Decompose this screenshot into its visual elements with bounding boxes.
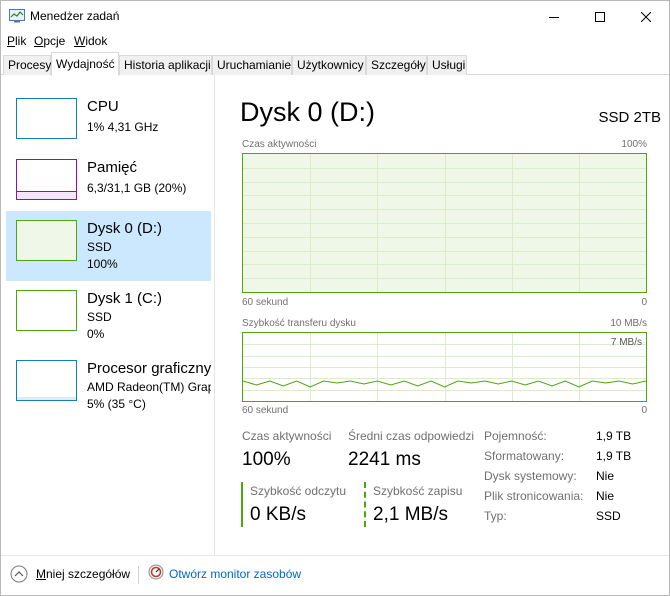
close-icon <box>641 11 651 22</box>
maximize-icon <box>595 11 605 22</box>
sidebar-item-title: Pamięć <box>87 159 138 176</box>
activity-graph-max: 100% <box>621 139 647 150</box>
disk-model: SSD 2TB <box>598 109 661 126</box>
maximize-button[interactable] <box>577 1 623 32</box>
menu-options[interactable]: Opcje <box>34 34 65 48</box>
disk-title: Dysk 0 (D:) <box>240 97 375 127</box>
disk-0-thumbnail <box>16 220 77 261</box>
sidebar-item-gpu[interactable]: Procesor graficzny AMD Radeon(TM) Graph … <box>6 351 211 421</box>
capacity-label: Pojemność: <box>484 429 547 443</box>
system-disk-label: Dysk systemowy: <box>484 469 577 483</box>
response-time-label: Średni czas odpowiedzi <box>348 429 475 443</box>
tab-strip: Procesy Wydajność Historia aplikacji Uru… <box>1 52 669 76</box>
transfer-graph-max: 10 MB/s <box>610 318 647 329</box>
formatted-label: Sformatowany: <box>484 449 565 463</box>
write-speed-label: Szybkość zapisu <box>373 484 463 498</box>
sidebar-item-title: CPU <box>87 98 119 115</box>
footer: Mniej szczegółów Otwórz monitor zasobów <box>1 555 669 595</box>
menu-bar: Plik Opcje Widok <box>1 32 669 52</box>
cpu-thumbnail <box>16 98 77 139</box>
active-time-label: Czas aktywności <box>242 429 332 443</box>
sidebar-item-detail: SSD <box>87 240 112 254</box>
tab-app-history[interactable]: Historia aplikacji <box>119 55 212 75</box>
tab-performance[interactable]: Wydajność <box>51 52 119 76</box>
active-time-value: 100% <box>242 449 291 470</box>
page-file-label: Plik stronicowania: <box>484 489 584 503</box>
tab-users[interactable]: Użytkownicy <box>292 55 366 75</box>
disk-1-thumbnail <box>16 290 77 331</box>
read-speed-label: Szybkość odczytu <box>250 484 347 498</box>
transfer-graph-x-left: 60 sekund <box>242 405 289 416</box>
minimize-icon <box>549 16 559 18</box>
type-label: Typ: <box>484 509 507 523</box>
sidebar-item-detail: 1% 4,31 GHz <box>87 120 159 134</box>
system-disk-value: Nie <box>596 469 615 483</box>
close-button[interactable] <box>623 1 669 32</box>
transfer-graph-inner-max: 7 MB/s <box>610 337 642 348</box>
write-speed-value: 2,1 MB/s <box>373 504 448 525</box>
transfer-graph-plot <box>243 333 646 401</box>
gpu-thumbnail <box>16 360 77 401</box>
tab-processes[interactable]: Procesy <box>3 55 51 75</box>
menu-view[interactable]: Widok <box>74 34 107 48</box>
task-manager-window: Menedżer zadań Plik Opcje Widok Procesy … <box>0 0 670 596</box>
chevron-up-icon[interactable] <box>10 565 28 583</box>
activity-graph-label: Czas aktywności <box>242 139 317 150</box>
tab-startup[interactable]: Uruchamianie <box>212 55 292 75</box>
disk-detail-panel: Dysk 0 (D:) SSD 2TB Czas aktywności 100%… <box>216 75 669 555</box>
sidebar-item-usage: 100% <box>87 257 118 271</box>
transfer-series-line <box>243 380 646 388</box>
activity-graph-x-right: 0 <box>641 297 647 308</box>
sidebar-item-title: Dysk 0 (D:) <box>87 220 162 237</box>
memory-thumbnail <box>16 159 77 200</box>
transfer-graph-label: Szybkość transferu dysku <box>242 318 356 329</box>
minimize-button[interactable] <box>531 1 577 32</box>
activity-graph-x-left: 60 sekund <box>242 297 289 308</box>
transfer-graph: 7 MB/s <box>242 332 647 402</box>
formatted-value: 1,9 TB <box>596 449 632 463</box>
fewer-details-button[interactable]: Mniej szczegółów <box>36 567 130 581</box>
sidebar-item-title: Dysk 1 (C:) <box>87 290 162 307</box>
tab-details[interactable]: Szczegóły <box>366 55 427 75</box>
sidebar-item-detail: SSD <box>87 310 112 324</box>
sidebar-item-memory[interactable]: Pamięć 6,3/31,1 GB (20%) <box>6 150 211 220</box>
sidebar-item-detail: 6,3/31,1 GB (20%) <box>87 181 187 195</box>
resource-monitor-icon[interactable] <box>148 564 164 580</box>
sidebar-item-disk-1[interactable]: Dysk 1 (C:) SSD 0% <box>6 281 211 351</box>
type-value: SSD <box>596 509 621 523</box>
sidebar-item-usage: 5% (35 °C) <box>87 397 146 411</box>
response-time-value: 2241 ms <box>348 449 421 470</box>
transfer-graph-x-right: 0 <box>641 405 647 416</box>
page-file-value: Nie <box>596 489 615 503</box>
activity-graph-plot <box>243 154 646 292</box>
write-speed-indicator <box>364 482 366 527</box>
activity-graph <box>242 153 647 293</box>
task-manager-icon <box>9 9 25 23</box>
sidebar-item-cpu[interactable]: CPU 1% 4,31 GHz <box>6 89 211 159</box>
read-speed-indicator <box>241 482 243 527</box>
tab-services[interactable]: Usługi <box>427 55 467 75</box>
window-title: Menedżer zadań <box>30 9 120 23</box>
sidebar-item-usage: 0% <box>87 327 105 341</box>
menu-file[interactable]: Plik <box>7 34 26 48</box>
performance-sidebar: CPU 1% 4,31 GHz Pamięć 6,3/31,1 GB (20%)… <box>1 75 215 555</box>
footer-divider <box>138 566 139 584</box>
sidebar-item-title: Procesor graficzny <box>87 360 211 377</box>
open-resource-monitor-link[interactable]: Otwórz monitor zasobów <box>169 567 301 581</box>
read-speed-value: 0 KB/s <box>250 504 306 525</box>
capacity-value: 1,9 TB <box>596 429 632 443</box>
title-bar[interactable]: Menedżer zadań <box>1 1 669 32</box>
sidebar-item-disk-0[interactable]: Dysk 0 (D:) SSD 100% <box>6 211 211 281</box>
sidebar-item-detail: AMD Radeon(TM) Graph <box>87 380 211 394</box>
